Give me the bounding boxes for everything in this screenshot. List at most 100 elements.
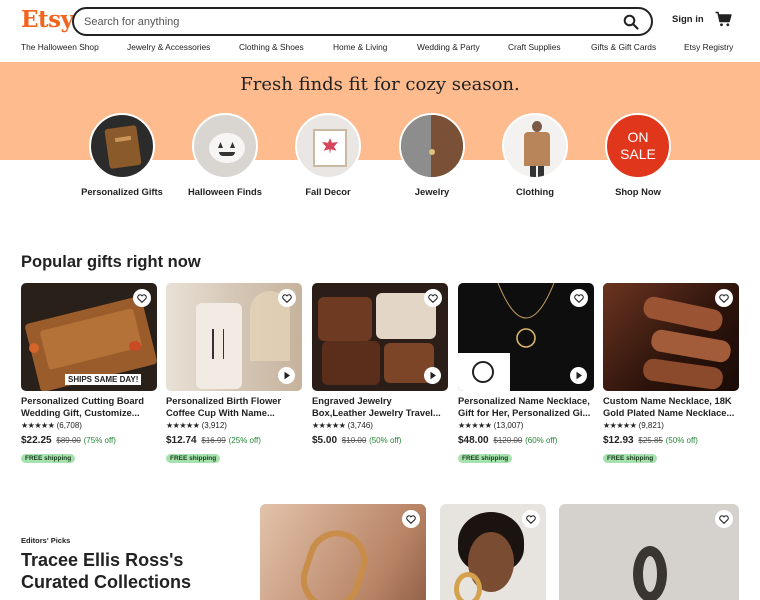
- sale-price: $12.74: [166, 435, 197, 446]
- product-title[interactable]: Engraved Jewelry Box,Leather Jewelry Tra…: [312, 395, 448, 418]
- play-video-button[interactable]: [424, 367, 441, 384]
- category-label: Fall Decor: [305, 186, 351, 197]
- product-price-row: $12.93 $25.85 (50% off): [603, 435, 739, 447]
- play-icon: [430, 371, 436, 380]
- sale-price: $12.93: [603, 435, 634, 446]
- free-shipping-badge: FREE shipping: [166, 454, 221, 463]
- favorite-button[interactable]: [715, 289, 733, 307]
- category-shop-now[interactable]: ON SALE Shop Now: [586, 113, 690, 198]
- product-title[interactable]: Personalized Birth Flower Coffee Cup Wit…: [166, 395, 302, 418]
- play-icon: [284, 371, 290, 380]
- category-jewelry[interactable]: Jewelry: [380, 113, 484, 198]
- product-rating: ★★★★★ (13,007): [458, 421, 594, 431]
- category-image[interactable]: [295, 113, 361, 179]
- free-shipping-badge: FREE shipping: [21, 454, 76, 463]
- star-rating-icon: ★★★★★: [21, 421, 55, 430]
- heart-icon: [574, 293, 584, 303]
- etsy-logo[interactable]: Etsy: [21, 6, 74, 33]
- search-icon[interactable]: [623, 14, 639, 30]
- category-image[interactable]: [192, 113, 258, 179]
- star-rating-icon: ★★★★★: [603, 421, 637, 430]
- product-card[interactable]: Personalized Birth Flower Coffee Cup Wit…: [166, 283, 302, 465]
- play-video-button[interactable]: [278, 367, 295, 384]
- nav-item-wedding[interactable]: Wedding & Party: [417, 42, 480, 52]
- heart-icon: [406, 514, 416, 524]
- cart-icon[interactable]: [715, 11, 732, 27]
- nav-item-halloween[interactable]: The Halloween Shop: [21, 42, 99, 52]
- search-input[interactable]: [84, 13, 604, 31]
- product-title[interactable]: Personalized Name Necklace, Gift for Her…: [458, 395, 594, 418]
- category-image[interactable]: [399, 113, 465, 179]
- review-count: (6,708): [56, 421, 82, 430]
- play-video-button[interactable]: [570, 367, 587, 384]
- category-label: Shop Now: [615, 186, 661, 197]
- editors-picks-title[interactable]: Tracee Ellis Ross's Curated Collections: [21, 549, 251, 593]
- product-price-row: $5.00 $10.00 (50% off): [312, 435, 448, 447]
- category-halloween[interactable]: Halloween Finds: [173, 113, 277, 198]
- original-price: $120.00: [493, 436, 523, 445]
- product-rating: ★★★★★ (3,746): [312, 421, 448, 431]
- product-image[interactable]: [603, 283, 739, 391]
- nav-item-craft[interactable]: Craft Supplies: [508, 42, 561, 52]
- heart-icon: [719, 293, 729, 303]
- ships-same-day-badge: SHIPS SAME DAY!: [65, 374, 142, 385]
- category-personalized-gifts[interactable]: Personalized Gifts: [70, 113, 174, 198]
- nav-item-clothing[interactable]: Clothing & Shoes: [239, 42, 304, 52]
- heart-icon: [526, 514, 536, 524]
- sale-price: $5.00: [312, 435, 338, 446]
- category-fall-decor[interactable]: Fall Decor: [276, 113, 380, 198]
- product-image[interactable]: SHIPS SAME DAY!: [21, 283, 157, 391]
- discount-percent: (75% off): [83, 436, 116, 445]
- favorite-button[interactable]: [715, 510, 733, 528]
- editors-pick-card[interactable]: [559, 504, 739, 600]
- product-title[interactable]: Personalized Cutting Board Wedding Gift,…: [21, 395, 157, 418]
- favorite-button[interactable]: [402, 510, 420, 528]
- review-count: (3,746): [347, 421, 373, 430]
- category-clothing[interactable]: Clothing: [483, 113, 587, 198]
- editors-picks-label: Editors' Picks: [21, 536, 71, 545]
- product-price-row: $12.74 $16.99 (25% off): [166, 435, 302, 447]
- favorite-button[interactable]: [522, 510, 540, 528]
- product-rating: ★★★★★ (6,708): [21, 421, 157, 431]
- star-rating-icon: ★★★★★: [458, 421, 492, 430]
- search-bar[interactable]: [72, 7, 653, 36]
- product-title[interactable]: Custom Name Necklace, 18K Gold Plated Na…: [603, 395, 739, 418]
- original-price: $10.00: [341, 436, 367, 445]
- nav-item-jewelry[interactable]: Jewelry & Accessories: [127, 42, 210, 52]
- on-sale-badge[interactable]: ON SALE: [605, 113, 671, 179]
- sale-price: $48.00: [458, 435, 489, 446]
- nav-item-registry[interactable]: Etsy Registry: [684, 42, 733, 52]
- favorite-button[interactable]: [570, 289, 588, 307]
- free-shipping-badge: FREE shipping: [458, 454, 513, 463]
- original-price: $25.85: [638, 436, 663, 445]
- review-count: (3,912): [201, 421, 227, 430]
- product-price-row: $48.00 $120.00 (60% off): [458, 435, 594, 447]
- favorite-button[interactable]: [278, 289, 296, 307]
- product-card[interactable]: Engraved Jewelry Box,Leather Jewelry Tra…: [312, 283, 448, 447]
- popular-section-title: Popular gifts right now: [21, 253, 201, 271]
- original-price: $89.00: [56, 436, 81, 445]
- favorite-button[interactable]: [424, 289, 442, 307]
- nav-item-gifts[interactable]: Gifts & Gift Cards: [591, 42, 656, 52]
- discount-percent: (50% off): [369, 436, 402, 445]
- nav-item-home[interactable]: Home & Living: [333, 42, 387, 52]
- header: Etsy Sign in The Halloween Shop Jewelry …: [0, 0, 760, 62]
- heart-icon: [719, 514, 729, 524]
- product-card[interactable]: Custom Name Necklace, 18K Gold Plated Na…: [603, 283, 739, 465]
- product-card[interactable]: SHIPS SAME DAY! Personalized Cutting Boa…: [21, 283, 157, 465]
- editors-pick-card[interactable]: [440, 504, 546, 600]
- star-rating-icon: ★★★★★: [166, 421, 200, 430]
- category-label: Clothing: [515, 186, 554, 197]
- editors-pick-card[interactable]: [260, 504, 426, 600]
- favorite-button[interactable]: [133, 289, 151, 307]
- product-card[interactable]: Personalized Name Necklace, Gift for Her…: [458, 283, 594, 465]
- product-image[interactable]: [312, 283, 448, 391]
- product-image[interactable]: [458, 283, 594, 391]
- play-icon: [576, 371, 582, 380]
- product-image[interactable]: [166, 283, 302, 391]
- category-image[interactable]: [89, 113, 155, 179]
- free-shipping-badge: FREE shipping: [603, 454, 658, 463]
- category-image[interactable]: [502, 113, 568, 179]
- review-count: (13,007): [493, 421, 524, 430]
- signin-link[interactable]: Sign in: [672, 14, 704, 25]
